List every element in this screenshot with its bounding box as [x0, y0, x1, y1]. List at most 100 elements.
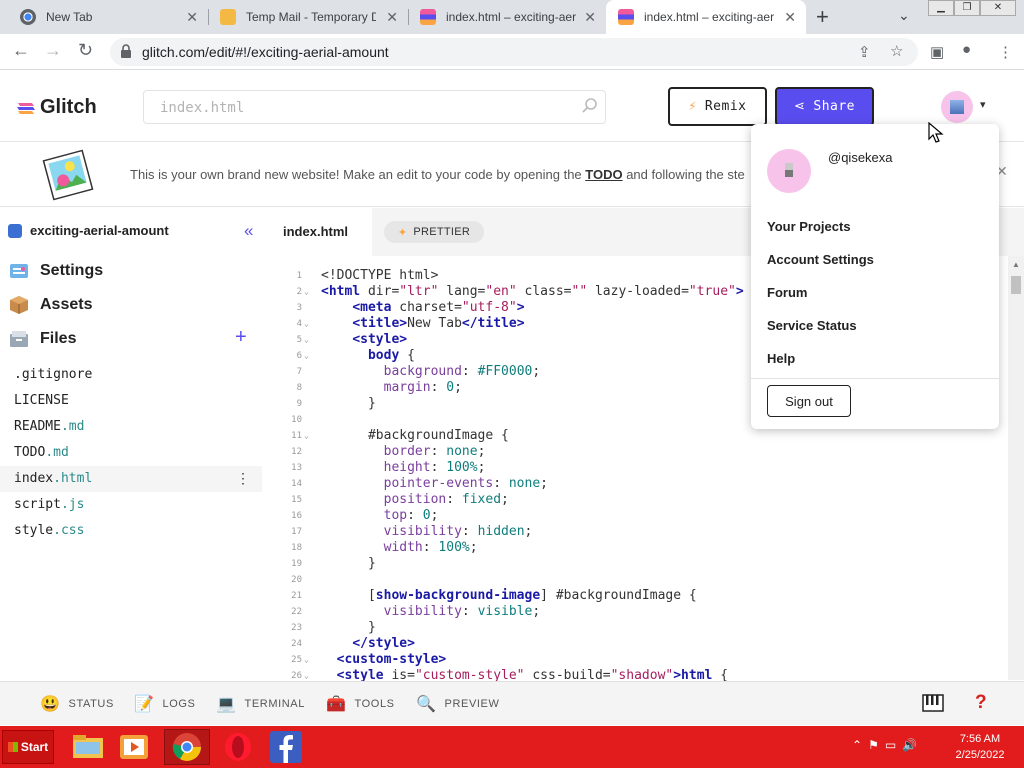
line-number: 23 — [291, 623, 302, 633]
minimize-window-button[interactable]: ▁ — [928, 0, 954, 16]
line-number: 11 ⌄ — [268, 428, 309, 444]
preview-button[interactable]: 🔍 PREVIEW — [416, 694, 499, 714]
menu-your-projects[interactable]: Your Projects — [767, 219, 851, 234]
sign-out-button[interactable]: Sign out — [767, 385, 851, 417]
restore-window-button[interactable]: ❐ — [954, 0, 980, 16]
code-line: border: none; — [383, 444, 486, 459]
mouse-cursor-icon — [928, 122, 944, 143]
chrome-taskbar-button[interactable] — [164, 729, 210, 765]
file-options-icon[interactable]: ⋮ — [236, 466, 250, 492]
editor-bottom-bar: 😃 STATUS 📝 LOGS 💻 TERMINAL 🧰 TOOLS 🔍 PREVIEW … — [0, 681, 1024, 725]
fold-chevron-icon[interactable]: ⌄ — [304, 348, 309, 364]
opera-icon[interactable] — [220, 730, 256, 764]
website-illustration-icon — [42, 149, 94, 201]
close-window-button[interactable]: ✕ — [980, 0, 1016, 16]
fold-chevron-icon[interactable]: ⌄ — [304, 332, 309, 348]
reload-icon[interactable]: ↻ — [78, 40, 93, 61]
code-line: } — [321, 556, 376, 571]
menu-help[interactable]: Help — [767, 351, 795, 366]
remix-button[interactable]: ⚡ Remix — [668, 87, 767, 126]
close-tab-icon[interactable]: ✕ — [784, 9, 796, 26]
forward-arrow-icon[interactable]: → — [44, 40, 62, 61]
project-name[interactable]: exciting-aerial-amount — [8, 223, 169, 238]
prettier-button[interactable]: ✦ PRETTIER — [384, 221, 484, 243]
sidebar-settings[interactable]: Settings — [8, 260, 103, 282]
browser-tab-glitch-1[interactable]: index.html – exciting-aerial- ✕ — [408, 0, 606, 34]
collapse-sidebar-icon[interactable]: « — [244, 221, 253, 241]
file-style-css[interactable]: style.css — [0, 518, 262, 544]
help-icon[interactable]: ? — [975, 692, 987, 714]
file-script-js[interactable]: script.js — [0, 492, 262, 518]
close-tab-icon[interactable]: ✕ — [584, 9, 596, 26]
scrollbar-thumb[interactable] — [1011, 276, 1021, 294]
browser-tab-new-tab[interactable]: New Tab ✕ — [8, 0, 208, 34]
add-file-icon[interactable]: + — [235, 326, 247, 349]
code-line: height: 100%; — [383, 460, 486, 475]
address-url[interactable]: glitch.com/edit/#!/exciting-aerial-amoun… — [142, 44, 389, 60]
tab-search-chevron-icon[interactable]: ⌄ — [898, 7, 910, 24]
volume-icon[interactable]: 🔊 — [902, 738, 917, 752]
lock-icon — [121, 44, 131, 58]
show-hidden-icons-icon[interactable]: ⌃ — [852, 738, 862, 752]
menu-forum[interactable]: Forum — [767, 285, 807, 300]
fold-chevron-icon[interactable]: ⌄ — [304, 284, 309, 300]
network-icon[interactable]: ▭ — [885, 738, 896, 752]
code-line: position: fixed; — [383, 492, 509, 507]
browser-menu-icon[interactable]: ⋮ — [998, 43, 1013, 61]
file-license[interactable]: LICENSE — [0, 388, 262, 414]
facebook-icon[interactable] — [268, 730, 304, 764]
profile-icon[interactable]: ● — [962, 41, 971, 58]
sidebar-files[interactable]: Files — [8, 328, 76, 350]
share-button[interactable]: ⋖ Share — [775, 87, 874, 126]
logs-button[interactable]: 📝 LOGS — [134, 694, 196, 714]
username[interactable]: @qisekexa — [828, 150, 893, 165]
fold-chevron-icon[interactable]: ⌄ — [304, 316, 309, 332]
todo-link[interactable]: TODO — [585, 167, 622, 182]
os-taskbar: Start ⌃ ⚑ ▭ 🔊 7:56 AM 2/25/2022 — [0, 726, 1024, 768]
close-tab-icon[interactable]: ✕ — [186, 9, 198, 26]
sidebar-assets[interactable]: Assets — [8, 294, 92, 316]
file-index-html[interactable]: index.html ⋮ — [0, 466, 262, 492]
new-tab-button[interactable]: + — [816, 4, 829, 30]
address-bar[interactable]: glitch.com/edit/#!/exciting-aerial-amoun… — [110, 38, 918, 66]
menu-account-settings[interactable]: Account Settings — [767, 252, 874, 267]
action-center-flag-icon[interactable]: ⚑ — [868, 738, 879, 752]
line-number: 2 ⌄ — [268, 284, 309, 300]
file-explorer-icon[interactable] — [70, 730, 106, 764]
media-player-icon[interactable] — [116, 730, 152, 764]
menu-service-status[interactable]: Service Status — [767, 318, 857, 333]
user-avatar-button[interactable] — [941, 91, 973, 123]
side-panel-icon[interactable]: ▣ — [930, 43, 944, 61]
file-gitignore[interactable]: .gitignore — [0, 362, 262, 388]
file-search-input[interactable]: index.html — [143, 90, 606, 124]
chevron-down-icon[interactable]: ▾ — [980, 98, 986, 111]
status-button[interactable]: 😃 STATUS — [40, 694, 114, 714]
files-icon — [10, 331, 28, 347]
system-clock[interactable]: 7:56 AM 2/25/2022 — [945, 731, 1015, 763]
line-number: 15 — [291, 495, 302, 505]
editor-scrollbar[interactable]: ▲ — [1008, 256, 1024, 680]
browser-tab-glitch-active[interactable]: index.html – exciting-aerial- ✕ — [606, 0, 806, 34]
fold-chevron-icon[interactable]: ⌄ — [304, 652, 309, 668]
code-line: [show-background-image] #backgroundImage… — [321, 588, 697, 603]
assets-icon — [10, 296, 28, 314]
browser-tab-temp-mail[interactable]: Temp Mail - Temporary Disp ✕ — [208, 0, 408, 34]
tools-button[interactable]: 🧰 TOOLS — [326, 694, 395, 714]
code-line: <custom-style> — [336, 652, 447, 667]
glitch-logo[interactable]: Glitch — [16, 96, 97, 119]
fold-chevron-icon[interactable]: ⌄ — [304, 428, 309, 444]
back-arrow-icon[interactable]: ← — [12, 40, 30, 61]
code-line: top: 0; — [383, 508, 439, 523]
start-button[interactable]: Start — [2, 730, 54, 764]
bookmark-star-icon[interactable]: ☆ — [890, 42, 903, 60]
file-readme[interactable]: README.md — [0, 414, 262, 440]
terminal-button[interactable]: 💻 TERMINAL — [216, 694, 305, 714]
file-todo[interactable]: TODO.md — [0, 440, 262, 466]
scroll-up-arrow-icon[interactable]: ▲ — [1012, 260, 1020, 269]
close-tab-icon[interactable]: ✕ — [386, 9, 398, 26]
keyboard-shortcuts-icon[interactable] — [922, 694, 944, 712]
windows-logo-icon — [7, 742, 18, 752]
share-page-icon[interactable]: ⇪ — [858, 43, 871, 61]
editor-tab-index-html[interactable]: index.html — [268, 208, 372, 256]
line-number: 6 ⌄ — [268, 348, 309, 364]
